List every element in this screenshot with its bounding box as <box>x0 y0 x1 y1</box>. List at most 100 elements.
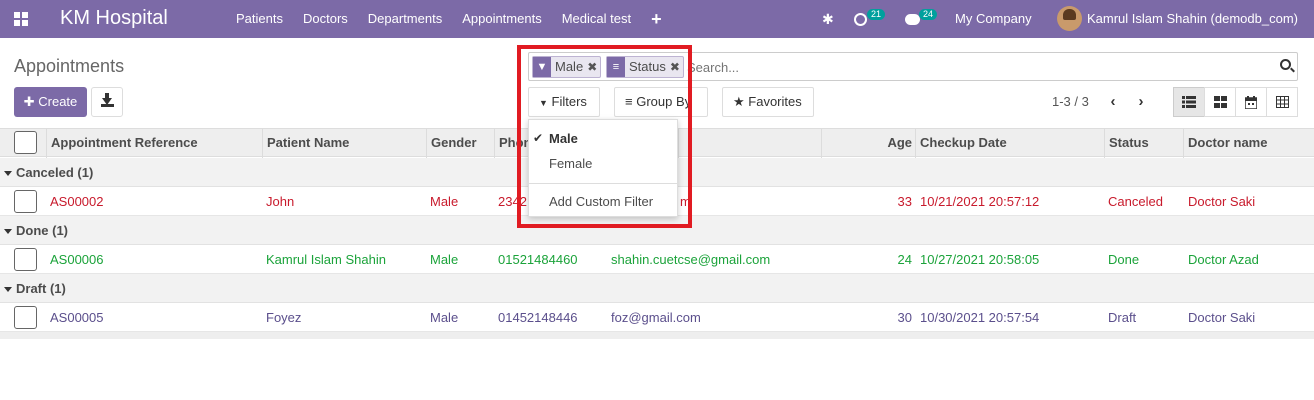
column-gender[interactable]: Gender <box>426 129 495 158</box>
cell-email: shahin.cuetcse@gmail.com <box>611 252 771 267</box>
group-header-draft[interactable]: Draft (1) <box>0 274 1314 303</box>
group-header-done[interactable]: Done (1) <box>0 216 1314 245</box>
check-icon: ✔ <box>533 131 544 145</box>
search-icon[interactable] <box>1280 59 1291 70</box>
cell-age: 24 <box>897 252 912 267</box>
menu-item-appointments[interactable]: Appointments <box>452 0 552 38</box>
menu-item-departments[interactable]: Departments <box>358 0 452 38</box>
select-all-checkbox[interactable] <box>14 131 37 154</box>
filter-option-male[interactable]: Male <box>549 131 578 146</box>
cell-doctor: Doctor Azad <box>1188 252 1259 267</box>
dropdown-divider <box>529 183 677 184</box>
group-by-button[interactable]: ≡ Group By <box>614 87 708 117</box>
cell-phone: 01452148446 <box>498 310 578 325</box>
apps-menu-icon[interactable] <box>14 12 28 26</box>
cell-phone: 2342 <box>498 194 527 209</box>
column-patient-name[interactable]: Patient Name <box>262 129 427 158</box>
cell-ref: AS00005 <box>50 310 104 325</box>
column-age[interactable]: Age <box>821 129 916 158</box>
list-view-icon <box>1182 96 1196 108</box>
favorites-button[interactable]: ★ Favorites <box>722 87 814 117</box>
cell-status: Draft <box>1108 310 1137 325</box>
facet-male: ▼ Male ✖ <box>532 56 602 78</box>
cell-status: Done <box>1108 252 1140 267</box>
cell-date: 10/30/2021 20:57:54 <box>920 310 1040 325</box>
cell-doctor: Doctor Saki <box>1188 310 1256 325</box>
page-title: Appointments <box>14 56 125 76</box>
column-appointment-reference[interactable]: Appointment Reference <box>46 129 263 158</box>
table-footer <box>0 332 1314 339</box>
list-view-button[interactable] <box>1173 87 1205 117</box>
filter-option-female[interactable]: Female <box>549 156 592 171</box>
calendar-view-button[interactable] <box>1235 87 1267 117</box>
group-by-label: Group By <box>636 94 692 109</box>
company-switcher[interactable]: My Company <box>955 0 1032 38</box>
top-navbar: KM Hospital Patients Doctors Departments… <box>0 0 1314 38</box>
add-custom-filter[interactable]: Add Custom Filter <box>549 194 653 209</box>
pivot-view-button[interactable] <box>1266 87 1298 117</box>
row-checkbox[interactable] <box>14 306 37 329</box>
user-menu[interactable]: Kamrul Islam Shahin (demodb_com) <box>1087 0 1298 38</box>
filters-label: Filters <box>551 94 587 109</box>
message-badge: 24 <box>919 9 938 20</box>
funnel-icon: ▼ <box>533 57 551 77</box>
row-checkbox[interactable] <box>14 190 37 213</box>
column-phone[interactable]: Phone <box>494 129 528 158</box>
facet-status: ≡ Status ✖ <box>606 56 684 78</box>
table-row[interactable]: AS00005 Foyez Male 01452148446 foz@gmail… <box>0 303 1314 332</box>
search-input[interactable] <box>687 57 1267 77</box>
list-icon: ≡ <box>625 94 633 109</box>
column-doctor-name[interactable]: Doctor name <box>1183 129 1314 158</box>
filters-dropdown: ✔ Male Female Add Custom Filter <box>528 119 678 217</box>
search-box[interactable]: ▼ Male ✖ ≡ Status ✖ <box>528 52 1298 81</box>
kanban-view-icon <box>1213 96 1227 108</box>
row-checkbox[interactable] <box>14 248 37 271</box>
avatar[interactable] <box>1057 6 1082 31</box>
filters-button[interactable]: ▼ Filters <box>528 87 600 117</box>
column-email[interactable] <box>678 129 822 158</box>
cell-phone: 01521484460 <box>498 252 578 267</box>
funnel-icon: ▼ <box>539 98 548 108</box>
menu-item-doctors[interactable]: Doctors <box>293 0 358 38</box>
menu-item-patients[interactable]: Patients <box>226 0 293 38</box>
create-label: Create <box>38 94 78 109</box>
chat-icon[interactable] <box>905 0 920 38</box>
cell-doctor: Doctor Saki <box>1188 194 1256 209</box>
calendar-view-icon <box>1245 95 1257 109</box>
cell-gender: Male <box>430 310 459 325</box>
app-brand[interactable]: KM Hospital <box>60 7 168 30</box>
plus-icon[interactable]: + <box>641 0 672 38</box>
table-view-icon <box>1275 96 1289 108</box>
download-button[interactable] <box>91 87 123 117</box>
pager-previous-icon[interactable]: ‹ <box>1101 87 1125 117</box>
bug-icon[interactable]: ✱ <box>822 0 834 38</box>
pager-value[interactable]: 1-3 / 3 <box>1052 94 1089 109</box>
facet-label: Status <box>629 59 666 74</box>
table-row[interactable]: AS00006 Kamrul Islam Shahin Male 0152148… <box>0 245 1314 274</box>
create-button[interactable]: ✚ Create <box>14 87 87 117</box>
close-icon[interactable]: ✖ <box>587 57 600 77</box>
cell-age: 30 <box>897 310 912 325</box>
cell-patient: Foyez <box>266 310 302 325</box>
main-menu: Patients Doctors Departments Appointment… <box>226 0 672 38</box>
activity-clock-icon[interactable] <box>854 0 867 38</box>
column-status[interactable]: Status <box>1104 129 1184 158</box>
star-icon: ★ <box>733 94 745 109</box>
cell-gender: Male <box>430 194 459 209</box>
activity-badge: 21 <box>867 9 886 20</box>
cell-patient: John <box>266 194 295 209</box>
close-icon[interactable]: ✖ <box>670 57 683 77</box>
facet-label: Male <box>555 59 584 74</box>
cell-date: 10/21/2021 20:57:12 <box>920 194 1040 209</box>
cell-patient: Kamrul Islam Shahin <box>266 252 386 267</box>
cell-date: 10/27/2021 20:58:05 <box>920 252 1040 267</box>
pager-next-icon[interactable]: › <box>1129 87 1153 117</box>
column-checkup-date[interactable]: Checkup Date <box>915 129 1105 158</box>
plus-icon: ✚ <box>23 94 35 109</box>
cell-status: Canceled <box>1108 194 1163 209</box>
favorites-label: Favorites <box>748 94 802 109</box>
cell-gender: Male <box>430 252 459 267</box>
kanban-view-button[interactable] <box>1204 87 1236 117</box>
menu-item-medical-test[interactable]: Medical test <box>552 0 641 38</box>
cell-ref: AS00002 <box>50 194 104 209</box>
